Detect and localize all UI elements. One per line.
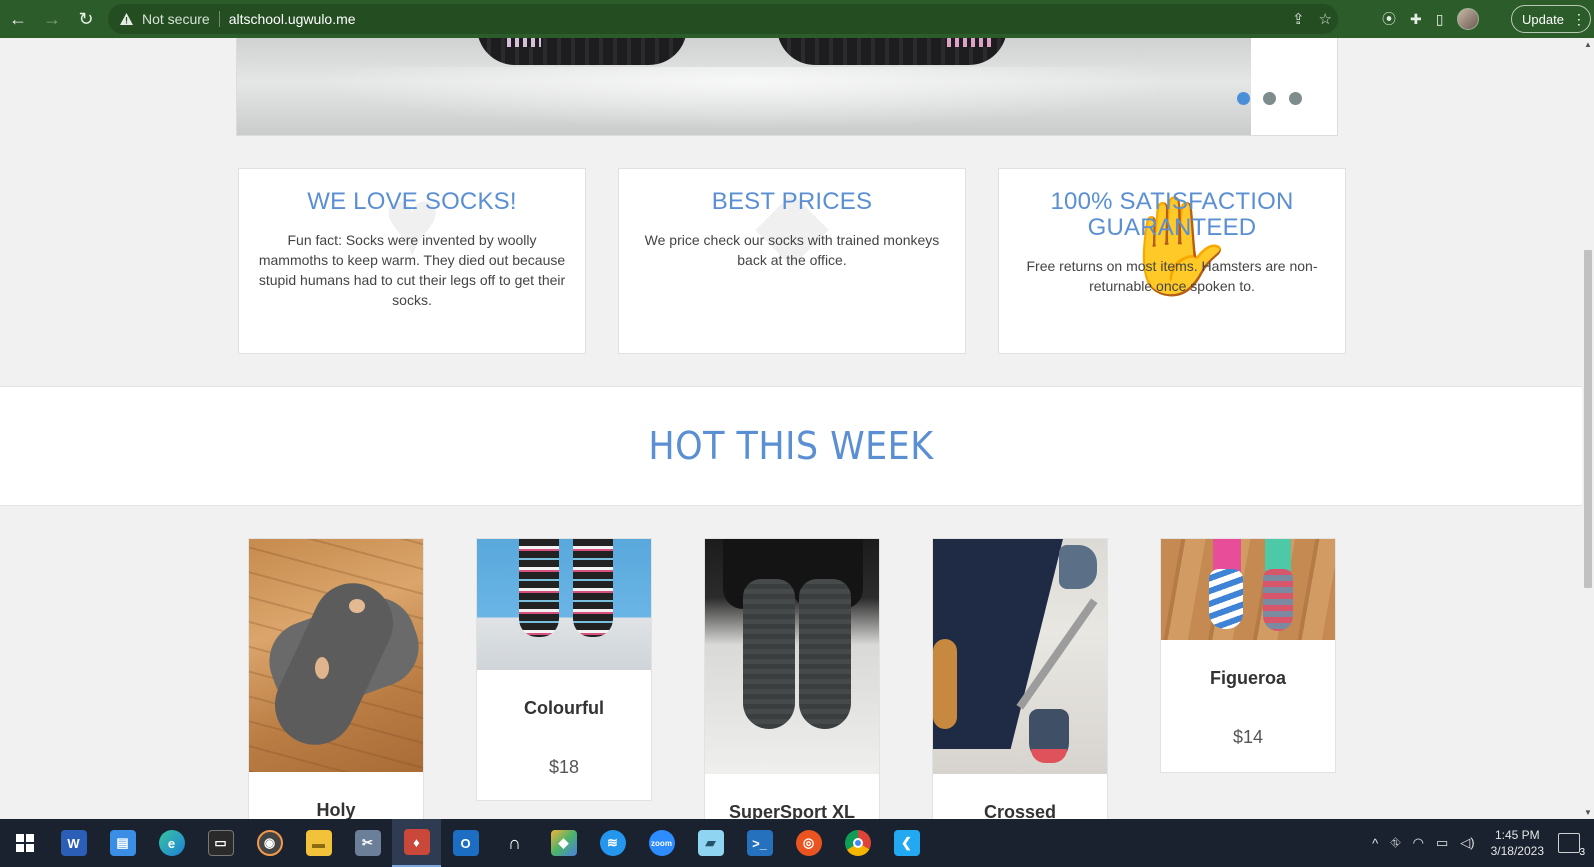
page-viewport: ♥ WE LOVE SOCKS! Fun fact: Socks were in… xyxy=(0,38,1582,819)
reload-icon[interactable]: ↻ xyxy=(70,3,102,35)
product-name[interactable]: Colourful xyxy=(477,698,651,719)
url-text[interactable]: altschool.ugwulo.me xyxy=(229,11,356,27)
outlook-app-icon[interactable]: O xyxy=(441,819,490,867)
scroll-up-icon[interactable]: ▲ xyxy=(1584,40,1592,49)
product-card-supersport-xl[interactable]: SuperSport XL xyxy=(704,538,880,819)
product-image[interactable] xyxy=(1161,539,1335,640)
share-icon[interactable]: ⇪ xyxy=(1292,10,1305,28)
scrollbar-thumb[interactable] xyxy=(1584,250,1592,588)
volume-icon[interactable]: ◁) xyxy=(1460,835,1474,851)
carousel-image xyxy=(237,38,1251,135)
bookmark-star-icon[interactable]: ☆ xyxy=(1319,10,1332,28)
scroll-down-icon[interactable]: ▼ xyxy=(1584,808,1592,817)
product-card-holy[interactable]: Holy xyxy=(248,538,424,819)
feature-box-love-socks: ♥ WE LOVE SOCKS! Fun fact: Socks were in… xyxy=(238,168,586,354)
address-bar[interactable]: Not secure altschool.ugwulo.me ⇪ ☆ xyxy=(108,4,1338,34)
product-name[interactable]: Holy xyxy=(249,800,423,819)
powershell-app-icon[interactable]: >_ xyxy=(735,819,784,867)
product-price: $18 xyxy=(548,757,580,777)
carousel-dot-3[interactable] xyxy=(1289,92,1302,105)
extension-cast-icon[interactable]: ⦿ xyxy=(1382,9,1396,29)
clock[interactable]: 1:45 PM 3/18/2023 xyxy=(1491,827,1544,859)
product-name[interactable]: SuperSport XL xyxy=(705,802,879,819)
clock-date: 3/18/2023 xyxy=(1490,844,1544,858)
feature-text: Fun fact: Socks were invented by woolly … xyxy=(258,232,566,308)
browser-toolbar: ← → ↻ Not secure altschool.ugwulo.me ⇪ ☆… xyxy=(0,0,1594,38)
product-image[interactable] xyxy=(933,539,1107,774)
warning-icon xyxy=(118,11,134,27)
carousel-indicators xyxy=(1237,92,1302,105)
sock-stripe xyxy=(947,38,991,47)
notification-count: 3 xyxy=(1579,847,1585,858)
product-name[interactable]: Figueroa xyxy=(1161,668,1335,689)
tray-overflow-icon[interactable]: ^ xyxy=(1372,836,1378,851)
start-button[interactable] xyxy=(0,819,49,867)
network-adapter-icon[interactable]: ⛗ xyxy=(1390,835,1400,851)
carousel-dot-1[interactable] xyxy=(1237,92,1250,105)
edge-app-icon[interactable]: e xyxy=(147,819,196,867)
back-icon[interactable]: ← xyxy=(2,3,34,35)
sock-stripe xyxy=(507,38,541,47)
address-divider xyxy=(218,11,220,27)
media-player-app-icon[interactable]: ◉ xyxy=(245,819,294,867)
profile-avatar[interactable] xyxy=(1457,8,1480,30)
extensions-puzzle-icon[interactable]: ✚ xyxy=(1410,11,1422,28)
feature-box-best-prices: ◆ BEST PRICES We price check our socks w… xyxy=(618,168,966,354)
system-tray: ^ ⛗ ◠ ▭ ◁) 1:45 PM 3/18/2023 3 xyxy=(1366,819,1594,867)
feature-title: 100% SATISFACTION GUARANTEED xyxy=(1050,188,1294,241)
menu-kebab-icon[interactable]: ⋮ xyxy=(1572,11,1586,28)
git-app-icon[interactable]: ◆ xyxy=(539,819,588,867)
product-price: $14 xyxy=(1232,727,1264,747)
feature-box-satisfaction: ✋ 100% SATISFACTION GUARANTEED Free retu… xyxy=(998,168,1346,354)
product-image[interactable] xyxy=(705,539,879,774)
battery-icon[interactable]: ▭ xyxy=(1436,835,1448,851)
product-image[interactable] xyxy=(249,539,423,772)
terminal-app-icon[interactable]: ▭ xyxy=(196,819,245,867)
hero-carousel[interactable] xyxy=(236,38,1338,136)
update-label: Update xyxy=(1522,11,1564,27)
page-scrollbar[interactable]: ▲ ▼ xyxy=(1582,38,1594,819)
side-panel-icon[interactable]: ▯ xyxy=(1436,11,1444,28)
wifi-icon[interactable]: ◠ xyxy=(1413,835,1424,851)
feature-text: We price check our socks with trained mo… xyxy=(644,232,940,268)
notepad-app-icon[interactable]: ▰ xyxy=(686,819,735,867)
headset-app-icon[interactable]: ∩ xyxy=(490,819,539,867)
file-explorer-app-icon[interactable]: ▬ xyxy=(294,819,343,867)
carousel-dot-2[interactable] xyxy=(1263,92,1276,105)
chrome-app-icon[interactable] xyxy=(833,819,882,867)
vscode-app-icon[interactable]: ❮ xyxy=(882,819,931,867)
docker-app-icon[interactable]: ≋ xyxy=(588,819,637,867)
feature-text: Free returns on most items. Hamsters are… xyxy=(1026,258,1318,294)
clock-time: 1:45 PM xyxy=(1494,828,1540,842)
product-card-colourful[interactable]: Colourful $18 xyxy=(476,538,652,801)
ubuntu-app-icon[interactable]: ◎ xyxy=(784,819,833,867)
zoom-app-icon[interactable]: zoom xyxy=(637,819,686,867)
update-button[interactable]: Update ⋮ xyxy=(1511,5,1591,33)
file-manager-app-icon[interactable]: ▤ xyxy=(98,819,147,867)
forward-icon[interactable]: → xyxy=(36,3,68,35)
product-card-figueroa[interactable]: Figueroa $14 xyxy=(1160,538,1336,773)
security-label[interactable]: Not secure xyxy=(142,11,210,27)
floor-reflection xyxy=(237,67,1251,135)
product-name[interactable]: Crossed xyxy=(933,802,1107,819)
windows-taskbar: W ▤ e ▭ ◉ ▬ ✂ ♦ O ∩ ◆ ≋ zoom ▰ >_ ◎ ❮ ^ … xyxy=(0,819,1594,867)
snipping-tool-app-icon[interactable]: ✂ xyxy=(343,819,392,867)
feature-title: BEST PRICES xyxy=(711,188,873,215)
git-client-app-icon[interactable]: ♦ xyxy=(392,819,441,867)
section-heading: HOT THIS WEEK xyxy=(648,424,934,468)
word-app-icon[interactable]: W xyxy=(49,819,98,867)
product-image[interactable] xyxy=(477,539,651,670)
hot-this-week-banner: HOT THIS WEEK xyxy=(0,386,1582,506)
windows-logo-icon xyxy=(15,834,34,852)
feature-title: WE LOVE SOCKS! xyxy=(307,188,517,215)
notification-center-icon[interactable]: 3 xyxy=(1558,833,1585,858)
product-card-crossed[interactable]: Crossed xyxy=(932,538,1108,819)
